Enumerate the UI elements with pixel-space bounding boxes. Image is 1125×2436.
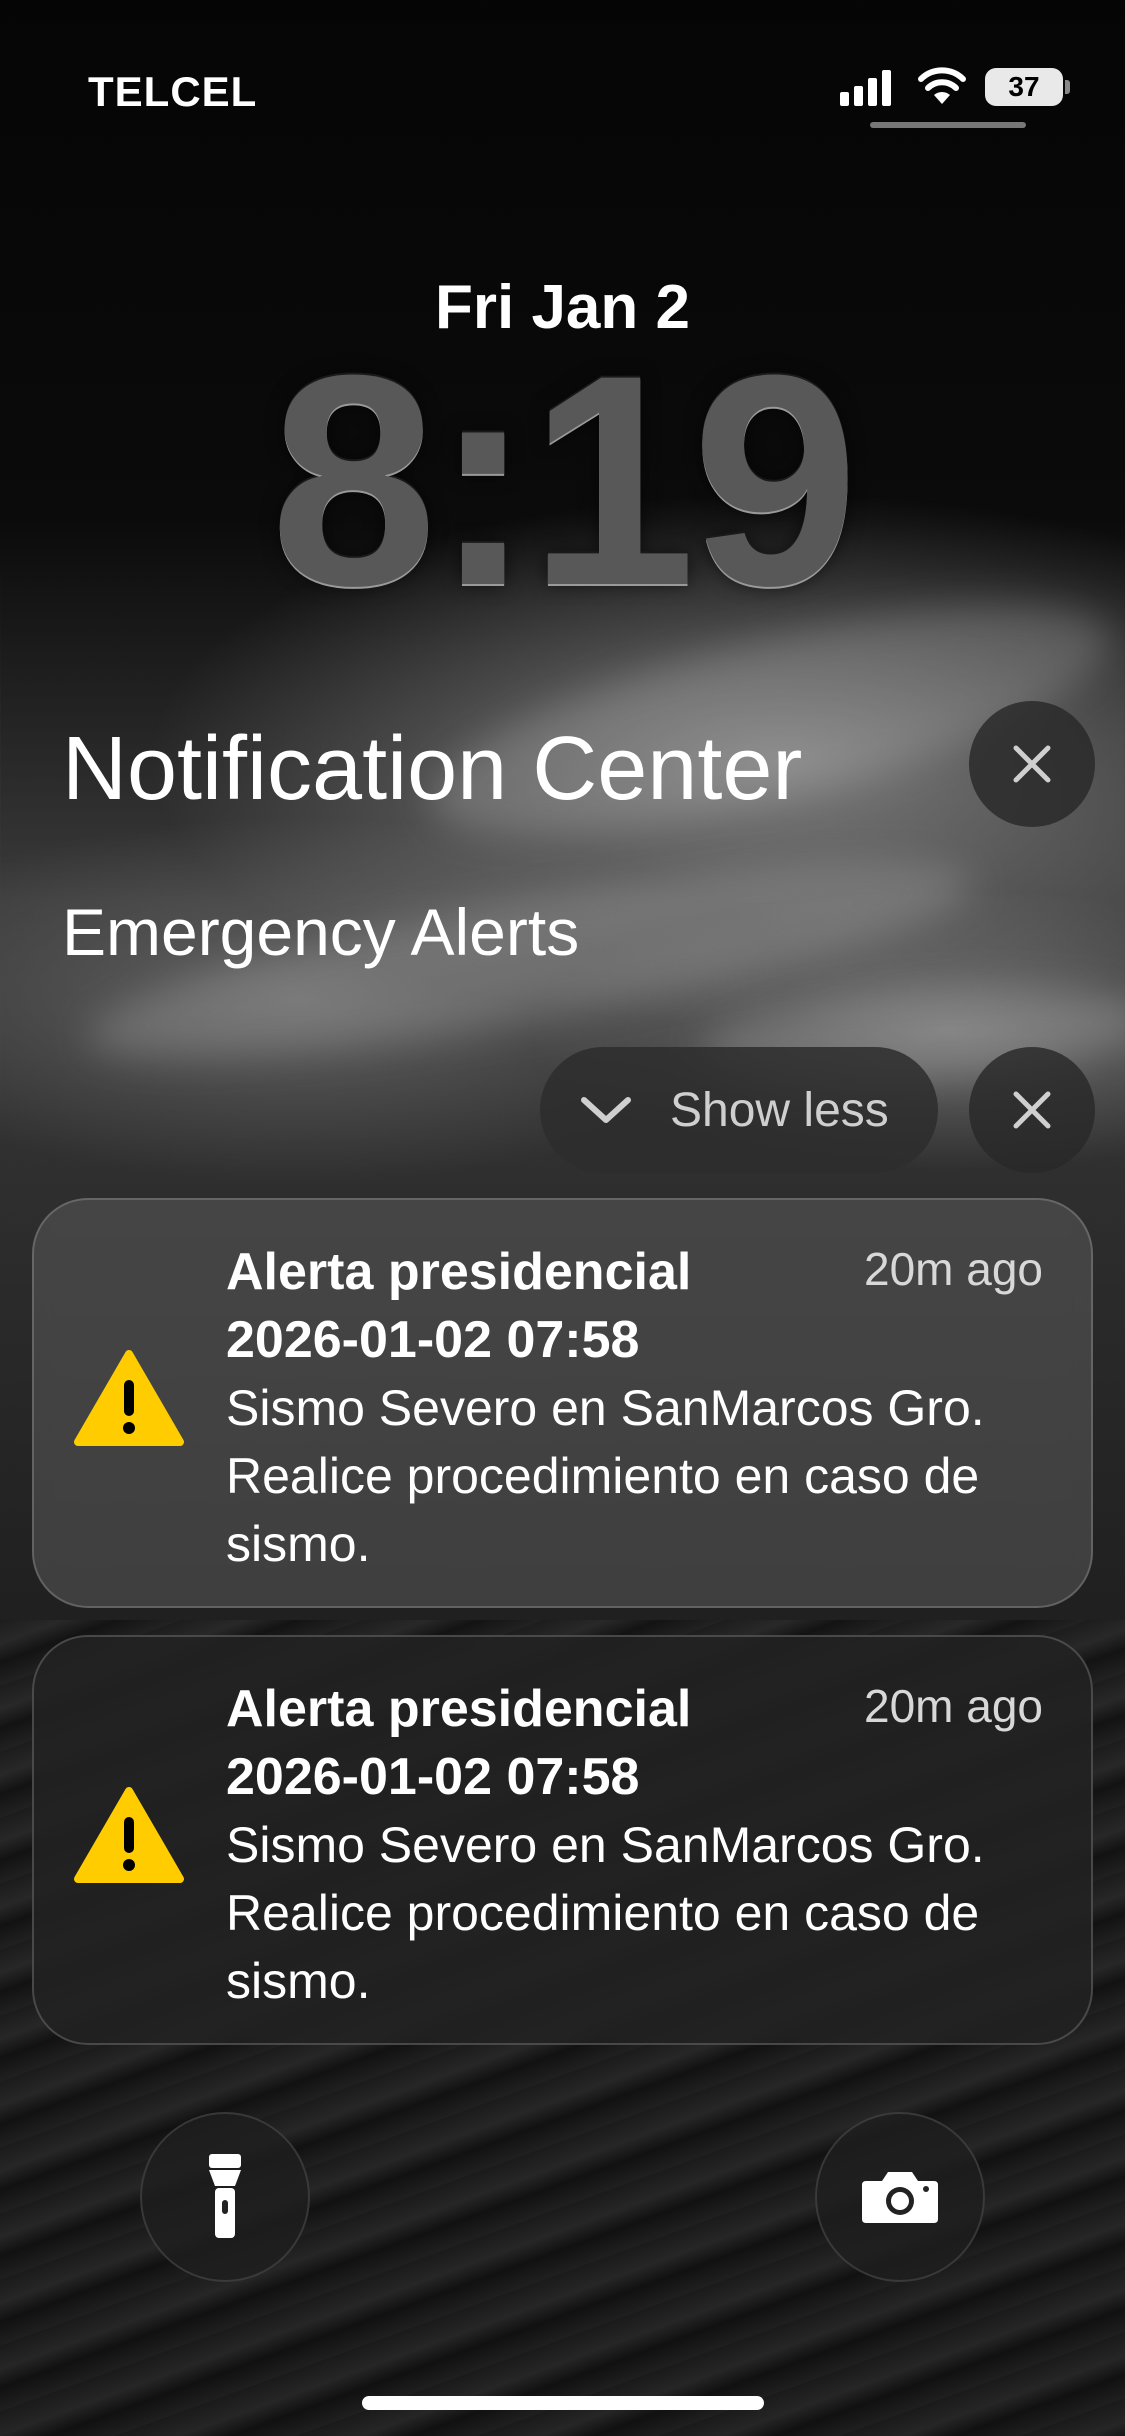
clear-group-button[interactable] [969, 1047, 1095, 1173]
warning-icon [74, 1350, 184, 1446]
notification-title-line: Alerta presidencial [226, 1680, 692, 1738]
show-less-label: Show less [670, 1083, 889, 1137]
notification-title-line: 2026-01-02 07:58 [226, 1748, 640, 1806]
home-indicator[interactable] [362, 2396, 764, 2410]
notification-title-line: Alerta presidencial [226, 1243, 692, 1301]
carrier-name: TELCEL [88, 68, 258, 115]
notification-center-title: Notification Center [62, 719, 803, 819]
control-center-grabber[interactable] [870, 122, 1026, 128]
notification-time: 20m ago [863, 1243, 1043, 1295]
close-icon [1013, 1091, 1051, 1129]
notification-body: Sismo Severo en SanMarcos Gro. Realice p… [226, 1380, 985, 1572]
notification-card[interactable]: Alerta presidencial 2026-01-02 07:58 20m… [32, 1198, 1093, 1608]
flashlight-button[interactable] [140, 2112, 310, 2282]
show-less-button[interactable]: Show less [540, 1047, 938, 1173]
clear-all-button[interactable] [969, 701, 1095, 827]
chevron-down-icon [581, 1097, 631, 1123]
battery-cap [1065, 80, 1070, 94]
notification-title: Alerta presidencial 2026-01-02 07:58 [226, 1675, 691, 1811]
notification-card[interactable]: Alerta presidencial 2026-01-02 07:58 20m… [32, 1635, 1093, 2045]
status-bar: TELCEL 37 [0, 62, 1125, 122]
camera-button[interactable] [815, 2112, 985, 2282]
close-icon [1013, 745, 1051, 783]
wifi-icon [918, 67, 966, 104]
lock-time: 8:19 [270, 312, 858, 648]
flashlight-icon [209, 2154, 241, 2238]
notification-title: Alerta presidencial 2026-01-02 07:58 [226, 1238, 691, 1374]
notification-title-line: 2026-01-02 07:58 [226, 1311, 640, 1369]
signal-bars-icon [840, 68, 891, 106]
group-title: Emergency Alerts [62, 895, 580, 969]
warning-icon [74, 1787, 184, 1883]
camera-icon [862, 2172, 938, 2223]
battery-indicator: 37 [985, 68, 1063, 106]
notification-body: Sismo Severo en SanMarcos Gro. Realice p… [226, 1817, 985, 2009]
notification-time: 20m ago [863, 1680, 1043, 1732]
